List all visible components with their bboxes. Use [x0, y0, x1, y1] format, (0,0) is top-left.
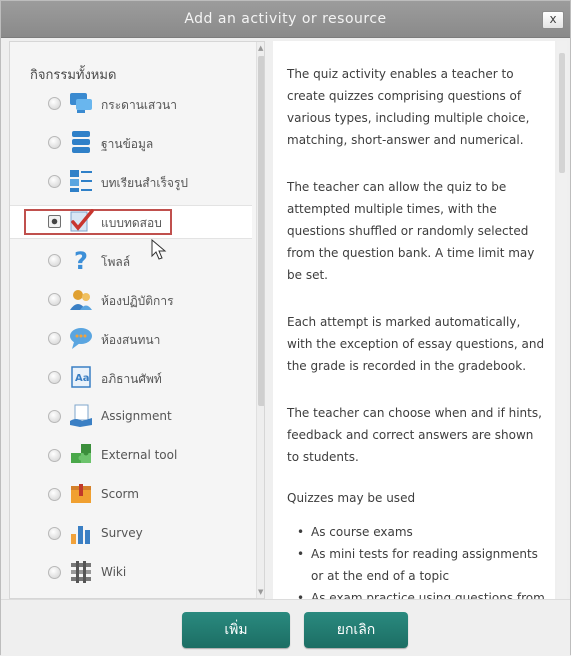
svg-text:Aa: Aa [75, 373, 90, 384]
scorm-icon [71, 484, 91, 503]
scroll-up-arrow-icon[interactable]: ▲ [258, 44, 263, 52]
radio-button[interactable] [48, 332, 61, 345]
scrollbar-thumb[interactable] [258, 56, 264, 406]
mouse-pointer-icon [151, 239, 167, 260]
dialog-title: Add an activity or resource [184, 11, 387, 27]
activity-label: Assignment [101, 409, 172, 423]
radio-button[interactable] [48, 97, 61, 110]
chat-icon [70, 328, 92, 349]
puzzle-icon [71, 444, 91, 463]
activity-option-lesson[interactable]: บทเรียนสำเร็จรูป [10, 166, 250, 198]
glossary-icon: Aa [71, 366, 91, 388]
activity-option-assignment[interactable]: Assignment [10, 401, 250, 433]
activity-label: Survey [101, 526, 143, 540]
description-bullet: As exam practice using questions from [287, 587, 547, 599]
radio-button[interactable] [48, 136, 61, 149]
activity-option-chat[interactable]: ห้องสนทนา [10, 323, 250, 355]
description-paragraph: Quizzes may be used [287, 491, 416, 505]
activity-option-database[interactable]: ฐานข้อมูล [10, 127, 250, 159]
radio-button[interactable] [48, 488, 61, 501]
activity-label: แบบทดสอบ [101, 216, 162, 230]
activity-option-quiz[interactable]: แบบทดสอบ [10, 205, 252, 239]
activity-option-survey[interactable]: Survey [10, 518, 250, 550]
activity-label: ฐานข้อมูล [101, 137, 154, 151]
activity-label: Wiki [101, 565, 127, 579]
description-paragraph: The quiz activity enables a teacher to c… [287, 67, 530, 147]
activity-label: กระดานเสวนา [101, 98, 177, 112]
add-button[interactable]: เพิ่ม [182, 612, 290, 648]
activity-label: External tool [101, 448, 178, 462]
survey-chart-icon [71, 526, 90, 544]
dialog-titlebar: Add an activity or resource x [1, 1, 570, 38]
description-paragraph: The teacher can allow the quiz to be att… [287, 180, 535, 282]
svg-text:?: ? [74, 247, 88, 273]
activity-option-wiki[interactable]: Wiki [10, 557, 250, 589]
radio-button[interactable] [48, 410, 61, 423]
radio-button[interactable] [48, 293, 61, 306]
activity-label: บทเรียนสำเร็จรูป [101, 176, 189, 190]
radio-button-selected[interactable] [48, 215, 61, 228]
scroll-down-arrow-icon[interactable]: ▼ [258, 588, 263, 596]
activity-list-panel: กิจกรรมทั้งหมด กระดานเสวนา ฐานข้อมูล บทเ… [9, 41, 265, 599]
scrollbar-thumb[interactable] [559, 53, 565, 173]
radio-button[interactable] [48, 527, 61, 540]
database-icon [72, 131, 90, 153]
assignment-icon [70, 404, 92, 427]
dialog-footer: เพิ่ม ยกเลิก [1, 599, 570, 656]
activity-label: อภิธานศัพท์ [101, 372, 162, 386]
activity-option-choice[interactable]: ? โพลล์ [10, 245, 250, 277]
description-bullet: As mini tests for reading assignments or… [287, 543, 547, 587]
radio-button[interactable] [48, 449, 61, 462]
lesson-icon [70, 170, 92, 192]
activity-option-workshop[interactable]: ห้องปฏิบัติการ [10, 284, 250, 316]
activity-option-glossary[interactable]: Aa อภิธานศัพท์ [10, 362, 250, 394]
close-button[interactable]: x [542, 11, 564, 29]
workshop-icon [70, 290, 92, 310]
radio-button[interactable] [48, 371, 61, 384]
activity-option-external-tool[interactable]: External tool [10, 440, 250, 472]
forum-icon [70, 93, 92, 113]
radio-button[interactable] [48, 566, 61, 579]
description-scrollbar[interactable] [557, 41, 567, 599]
radio-button[interactable] [48, 175, 61, 188]
question-mark-icon: ? [74, 247, 88, 273]
radio-button[interactable] [48, 254, 61, 267]
activity-list-scrollbar[interactable]: ▲ ▼ [256, 42, 264, 598]
quiz-icon [70, 209, 94, 232]
activity-option-scorm[interactable]: Scorm [10, 479, 250, 511]
activity-label: โพลล์ [101, 255, 131, 269]
description-paragraph: The teacher can choose when and if hints… [287, 406, 542, 464]
activity-description-panel: The quiz activity enables a teacher to c… [273, 41, 555, 599]
activity-label: Scorm [101, 487, 139, 501]
description-paragraph: Each attempt is marked automatically, wi… [287, 315, 545, 373]
activity-label: ห้องปฏิบัติการ [101, 294, 174, 308]
wiki-icon [71, 561, 91, 583]
activity-label: ห้องสนทนา [101, 333, 161, 347]
description-bullet-list: As course exams As mini tests for readin… [287, 521, 547, 599]
activity-list-heading: กิจกรรมทั้งหมด [30, 68, 117, 83]
cancel-button[interactable]: ยกเลิก [304, 612, 408, 648]
add-activity-dialog: Add an activity or resource x กิจกรรมทั้… [0, 0, 571, 656]
activity-option-forum[interactable]: กระดานเสวนา [10, 88, 250, 120]
description-bullet: As course exams [287, 521, 547, 543]
